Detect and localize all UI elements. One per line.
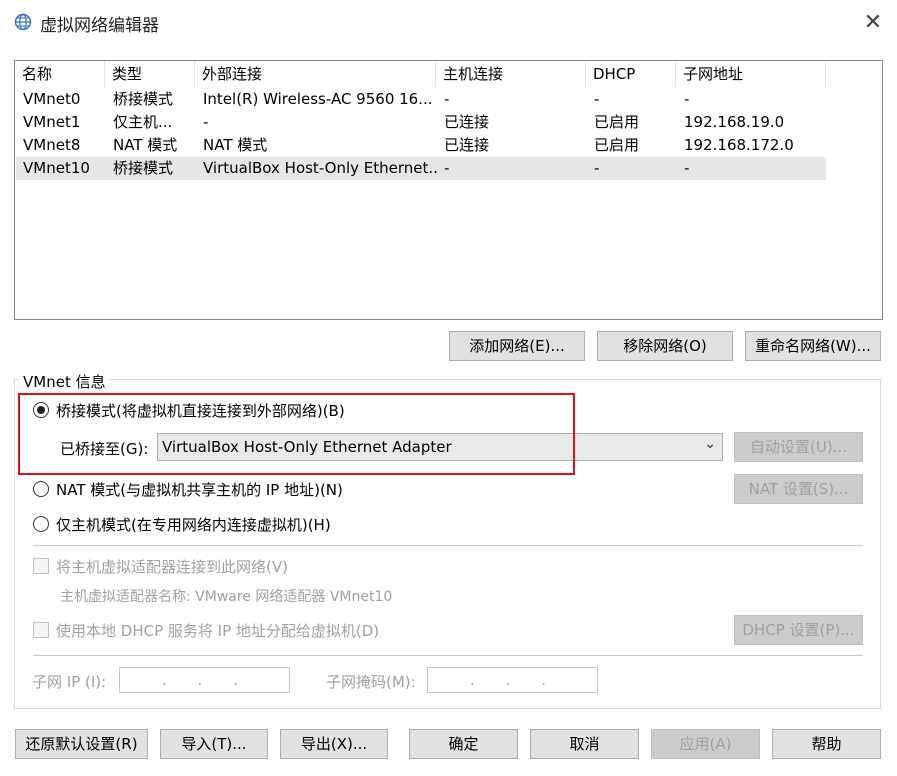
subnet-mask-input[interactable]: . . .: [427, 667, 598, 693]
cancel-button[interactable]: 取消: [530, 729, 639, 759]
column-header-external[interactable]: 外部连接: [195, 61, 436, 87]
cell-subnet: -: [684, 159, 690, 177]
window-title: 虚拟网络编辑器: [40, 16, 159, 36]
apply-button[interactable]: 应用(A): [651, 729, 760, 759]
ok-button[interactable]: 确定: [409, 729, 518, 759]
column-header-subnet[interactable]: 子网地址: [676, 61, 826, 87]
cell-type: NAT 模式: [113, 136, 178, 154]
table-row-selected[interactable]: VMnet10 桥接模式 VirtualBox Host-Only Ethern…: [16, 157, 826, 180]
dhcp-settings-button[interactable]: DHCP 设置(P)...: [734, 615, 863, 645]
cell-type: 桥接模式: [113, 159, 174, 177]
cell-host: -: [444, 90, 450, 108]
add-network-button[interactable]: 添加网络(E)...: [449, 331, 585, 361]
chevron-down-icon: ⌄: [704, 436, 716, 452]
auto-settings-button[interactable]: 自动设置(U)...: [734, 432, 863, 462]
remove-network-button[interactable]: 移除网络(O): [597, 331, 733, 361]
subnet-ip-label: 子网 IP (I):: [32, 673, 107, 691]
dhcp-label[interactable]: 使用本地 DHCP 服务将 IP 地址分配给虚拟机(D): [56, 620, 379, 641]
highlight-annotation: [18, 393, 575, 475]
mask-dots: . . .: [470, 671, 546, 689]
cell-host: 已连接: [444, 136, 490, 154]
table-row[interactable]: VMnet0 桥接模式 Intel(R) Wireless-AC 9560 16…: [16, 88, 826, 111]
nat-radio[interactable]: [33, 481, 49, 497]
cell-external: VirtualBox Host-Only Ethernet...: [203, 159, 437, 177]
cell-external: -: [203, 113, 209, 131]
column-header-dhcp[interactable]: DHCP: [586, 61, 676, 87]
cell-subnet: -: [684, 90, 690, 108]
cell-subnet: 192.168.19.0: [684, 113, 785, 131]
column-header-host[interactable]: 主机连接: [436, 61, 586, 87]
cell-host: -: [444, 159, 450, 177]
cell-name: VMnet1: [23, 113, 81, 131]
table-row[interactable]: VMnet8 NAT 模式 NAT 模式 已连接 已启用 192.168.172…: [16, 134, 826, 157]
cell-type: 桥接模式: [113, 90, 174, 108]
cell-dhcp: -: [594, 159, 600, 177]
cell-name: VMnet10: [23, 159, 90, 177]
cell-dhcp: 已启用: [594, 113, 640, 131]
subnet-mask-label: 子网掩码(M):: [326, 673, 416, 691]
cell-dhcp: 已启用: [594, 136, 640, 154]
nat-label[interactable]: NAT 模式(与虚拟机共享主机的 IP 地址)(N): [56, 479, 343, 500]
cell-host: 已连接: [444, 113, 490, 131]
adapter-name-label: 主机虚拟适配器名称: VMware 网络适配器 VMnet10: [60, 589, 393, 605]
cell-external: Intel(R) Wireless-AC 9560 16...: [203, 90, 433, 108]
divider: [33, 545, 863, 546]
cell-name: VMnet8: [23, 136, 81, 154]
cell-name: VMnet0: [23, 90, 81, 108]
hostonly-radio[interactable]: [33, 516, 49, 532]
divider: [33, 655, 863, 656]
globe-icon: [14, 13, 32, 31]
rename-network-button[interactable]: 重命名网络(W)...: [745, 331, 881, 361]
nat-settings-button[interactable]: NAT 设置(S)...: [734, 474, 863, 504]
cell-dhcp: -: [594, 90, 600, 108]
connect-adapter-checkbox[interactable]: [33, 558, 49, 574]
column-header-name[interactable]: 名称: [15, 61, 105, 87]
ip-dots: . . .: [162, 671, 238, 689]
help-button[interactable]: 帮助: [772, 729, 881, 759]
cell-type: 仅主机...: [113, 113, 173, 131]
dhcp-checkbox[interactable]: [33, 622, 49, 638]
close-icon[interactable]: ✕: [858, 8, 888, 38]
import-button[interactable]: 导入(T)...: [160, 729, 268, 759]
cell-subnet: 192.168.172.0: [684, 136, 794, 154]
connect-adapter-label[interactable]: 将主机虚拟适配器连接到此网络(V): [56, 556, 288, 577]
vmnet-info-title: VMnet 信息: [20, 371, 109, 392]
hostonly-label[interactable]: 仅主机模式(在专用网络内连接虚拟机)(H): [56, 514, 331, 535]
network-list[interactable]: 名称 类型 外部连接 主机连接 DHCP 子网地址 VMnet0 桥接模式 In…: [14, 60, 883, 320]
restore-defaults-button[interactable]: 还原默认设置(R): [15, 729, 148, 759]
subnet-ip-input[interactable]: . . .: [119, 667, 290, 693]
export-button[interactable]: 导出(X)...: [280, 729, 388, 759]
cell-external: NAT 模式: [203, 136, 268, 154]
table-row[interactable]: VMnet1 仅主机... - 已连接 已启用 192.168.19.0: [16, 111, 826, 134]
column-header-type[interactable]: 类型: [105, 61, 195, 87]
